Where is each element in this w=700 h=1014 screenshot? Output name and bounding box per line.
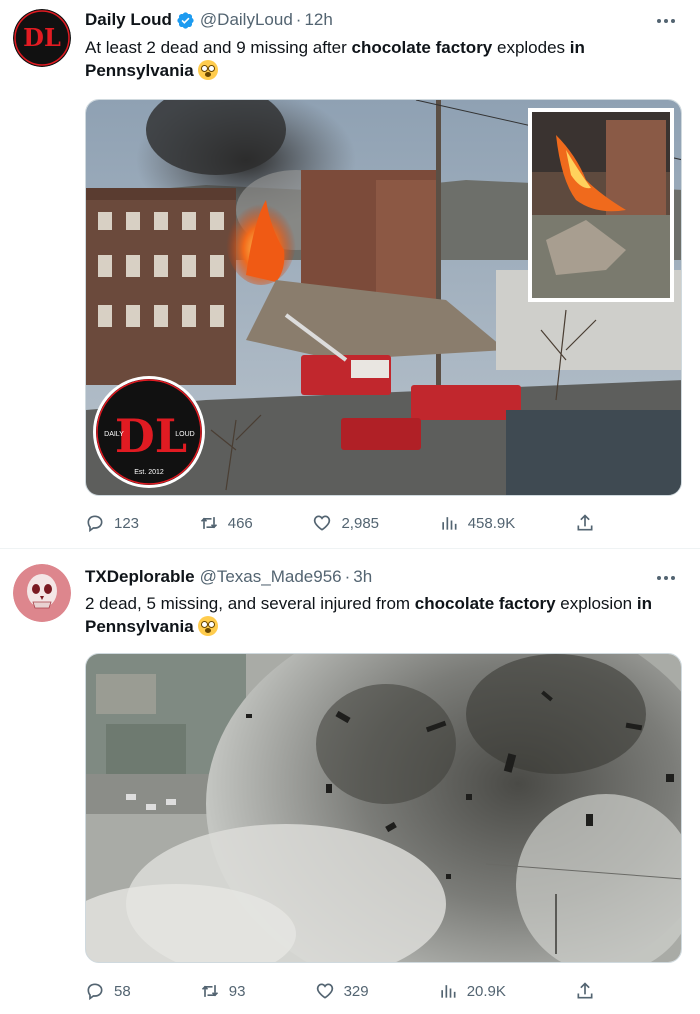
tweet-text: 2 dead, 5 missing, and several injured f… [85,592,675,638]
separator-dot: · [295,10,302,29]
separator-dot: · [344,567,351,586]
text-part: 2 dead, 5 missing, and several injured f… [85,594,415,613]
views-count: 20.9K [466,982,506,1000]
reply-icon [87,515,103,533]
tweet-text: At least 2 dead and 9 missing after choc… [85,36,675,82]
reply-count: 123 [114,514,140,532]
handle[interactable]: @DailyLoud [200,10,293,30]
retweet-button[interactable]: 466 [199,513,253,533]
reply-count: 58 [114,982,131,1000]
flushed-face-emoji [197,60,218,80]
share-button[interactable] [575,513,595,533]
like-button[interactable]: 2,985 [312,513,379,533]
views-icon [442,517,457,530]
text-part: explodes [492,38,570,57]
explosion-video-frame [86,654,681,962]
reply-button[interactable]: 58 [85,981,131,1001]
like-count: 2,985 [341,514,380,532]
text-part: At least 2 dead and 9 missing after [85,38,352,57]
skull-avatar-image [13,564,71,622]
more-icon[interactable] [654,568,678,588]
share-icon [577,514,593,531]
like-icon [314,515,331,531]
display-name[interactable]: TXDeplorable [85,567,195,587]
tweet-header: TXDeplorable @Texas_Made956 · 3h [85,566,372,588]
tweet-header: Daily Loud @DailyLoud · 12h [85,9,333,31]
media-logo-est: Est. 2012 [134,469,164,476]
avatar[interactable] [13,564,71,622]
like-count: 329 [343,982,369,1000]
tweet-dailyloud[interactable]: DL Daily Loud @DailyLoud · 12h At least … [0,0,700,549]
retweet-button[interactable]: 93 [200,981,246,1001]
verified-badge-icon[interactable] [176,11,195,30]
retweet-icon [200,517,217,529]
dailyloud-logo: DL [13,9,71,67]
retweet-count: 466 [227,514,253,532]
views-button[interactable]: 458.9K [439,513,516,533]
avatar[interactable]: DL [13,9,71,67]
share-button[interactable] [575,981,595,1001]
media-logo-left: DAILY [104,431,124,438]
reply-icon [87,983,103,1001]
views-count: 458.9K [467,514,516,532]
tweet-media-video[interactable] [85,653,682,963]
timestamp[interactable]: 12h [304,10,332,30]
flushed-face-emoji [197,616,218,636]
views-button[interactable]: 20.9K [438,981,506,1001]
tweet-txdeplorable[interactable]: TXDeplorable @Texas_Made956 · 3h 2 dead,… [0,549,700,1014]
more-icon[interactable] [654,11,678,31]
factory-fire-photo: DL DAILY LOUD Est. 2012 [86,100,681,495]
text-part: explosion [555,594,637,613]
media-logo-right: LOUD [175,431,194,438]
text-bold: chocolate factory [414,594,556,613]
handle[interactable]: @Texas_Made956 [200,567,342,587]
like-button[interactable]: 329 [315,981,369,1001]
tweet-actions: 58 93 329 20.9K [85,979,595,1003]
like-icon [316,983,333,999]
tweet-media-photo[interactable]: DL DAILY LOUD Est. 2012 [85,99,682,496]
retweet-icon [201,985,218,997]
views-icon [441,985,456,998]
reply-button[interactable]: 123 [85,513,139,533]
timestamp[interactable]: 3h [353,567,372,587]
retweet-count: 93 [228,982,246,1000]
text-bold: chocolate factory [351,38,493,57]
avatar-logo-text: DL [23,23,61,52]
share-icon [577,982,593,999]
display-name[interactable]: Daily Loud [85,10,172,30]
tweet-actions: 123 466 2,985 458.9K [85,511,595,535]
